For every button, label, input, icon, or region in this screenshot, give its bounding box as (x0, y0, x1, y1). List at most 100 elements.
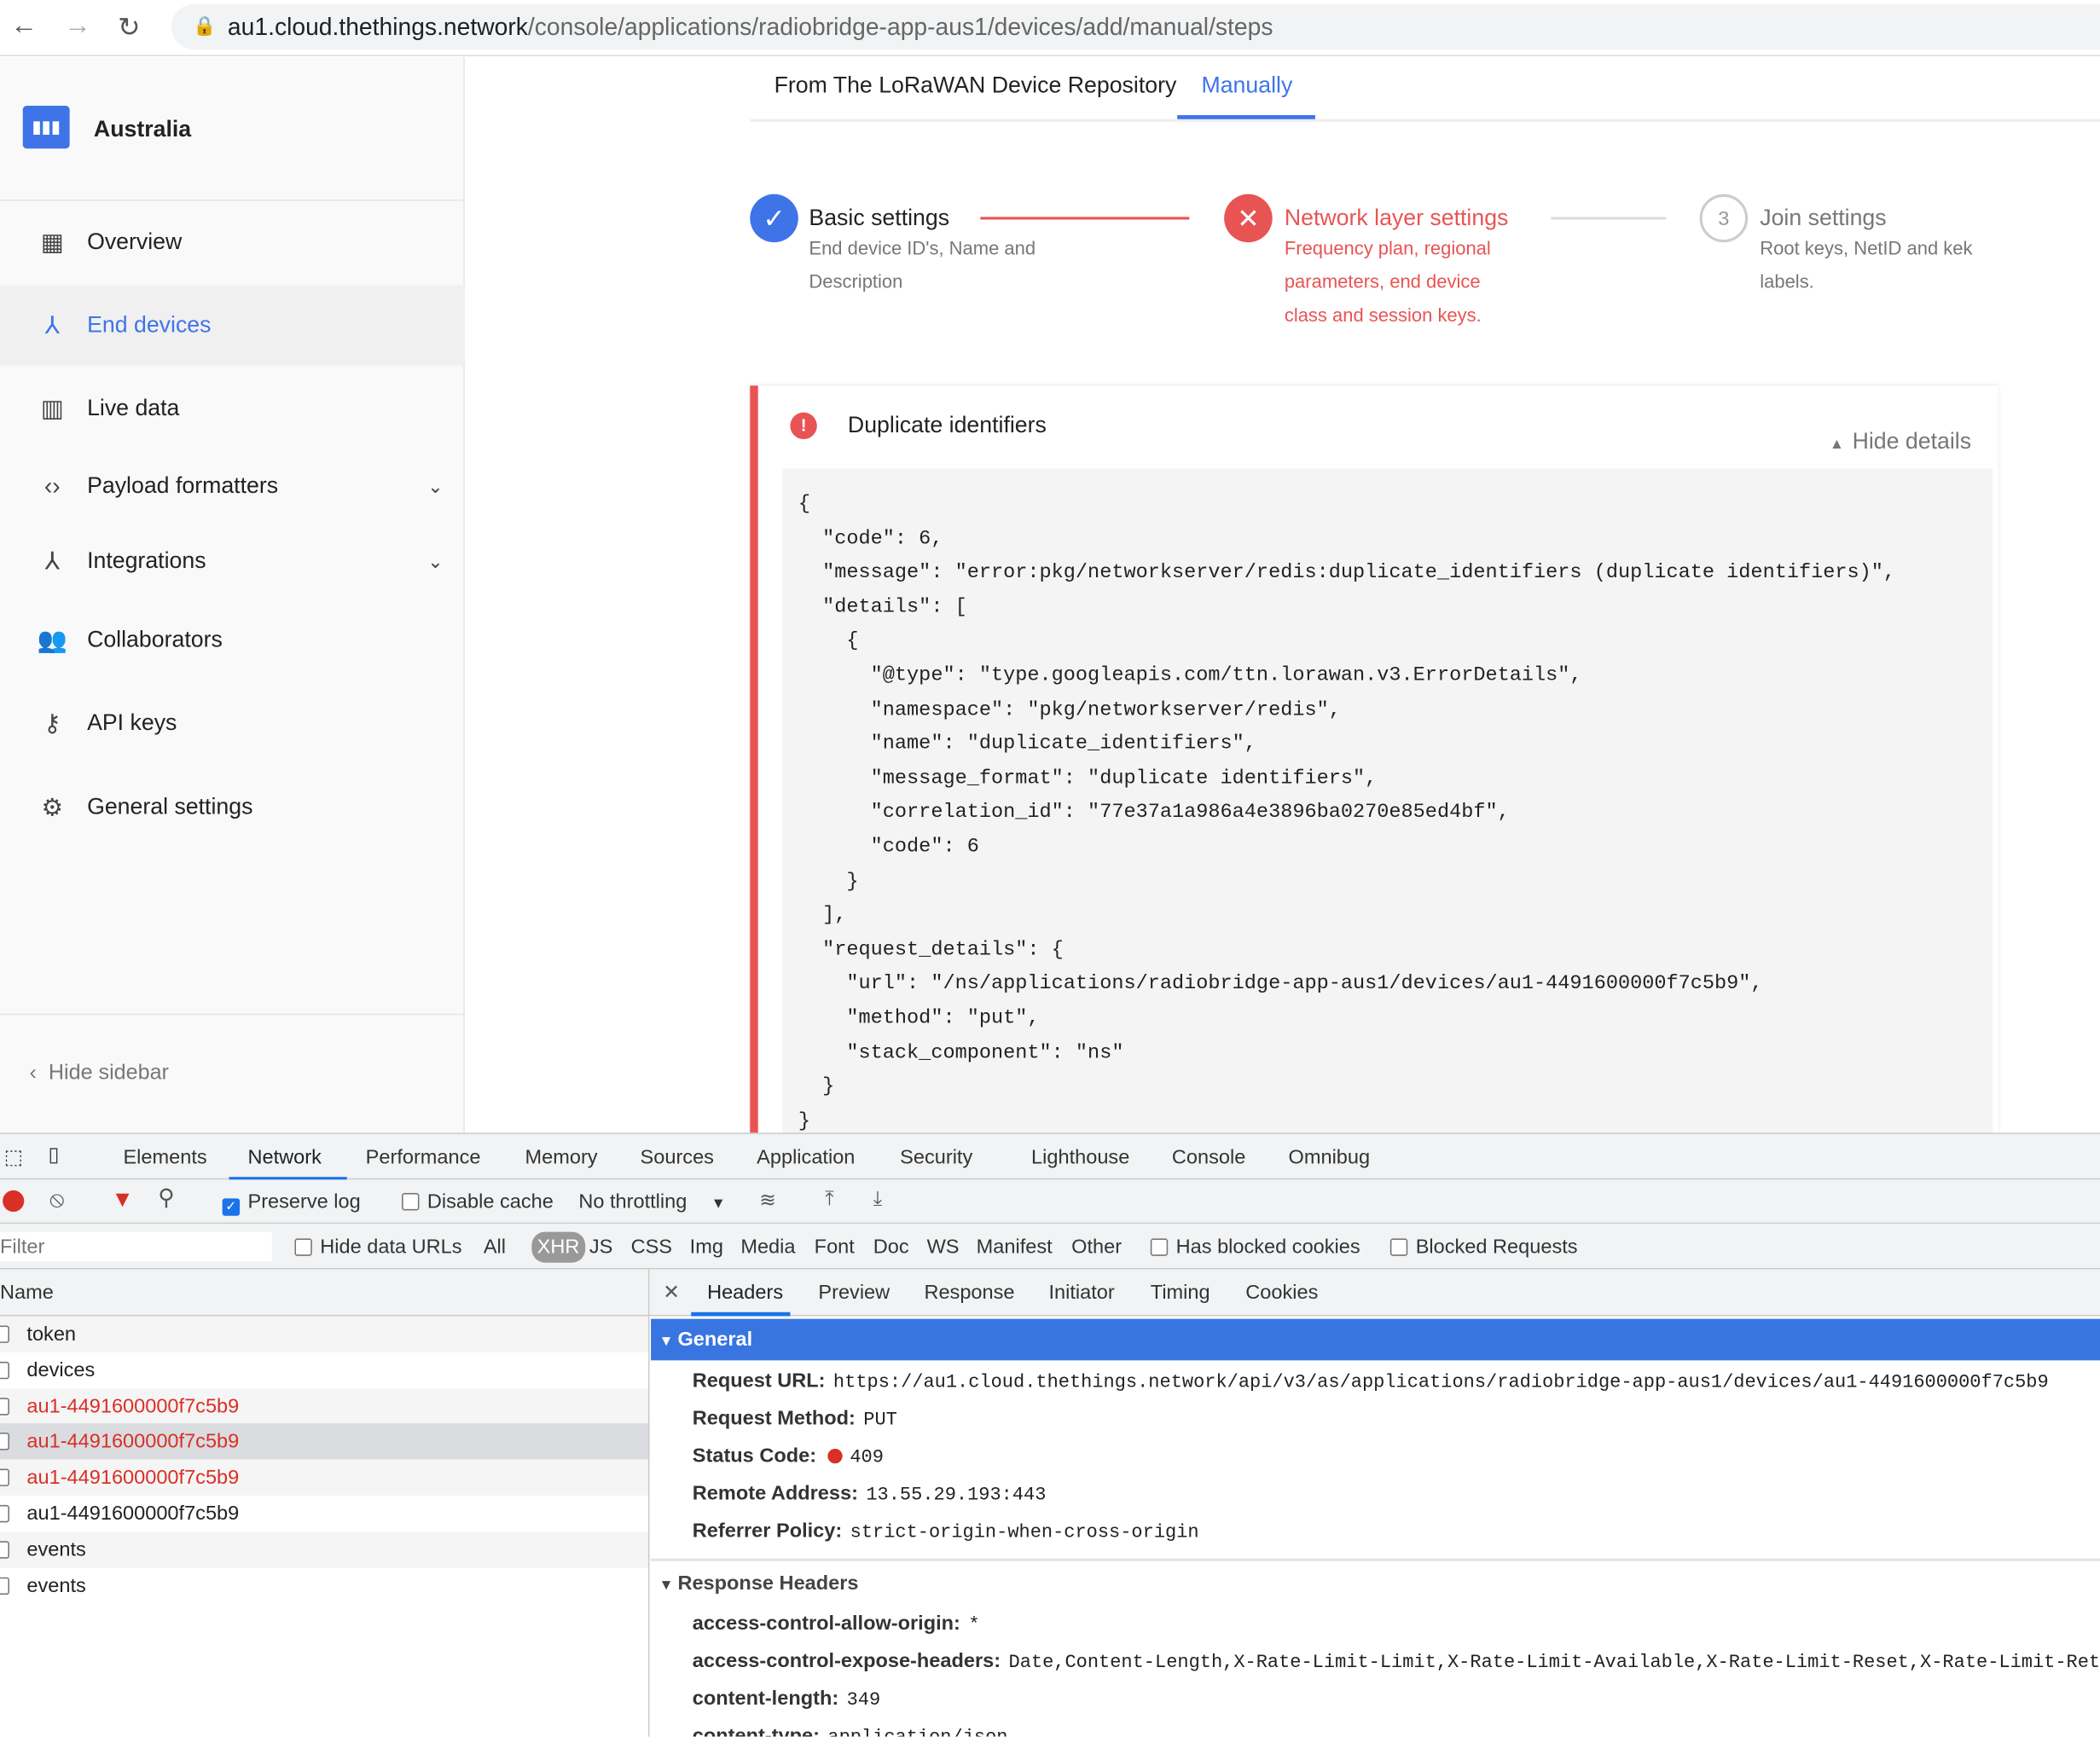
network-toolbar: ⦸ ▼ ⚲ ✓ Preserve log Disable cache No thr… (0, 1179, 2100, 1225)
close-icon[interactable]: ✕ (663, 1280, 680, 1305)
devtools-tab-security[interactable]: Security (900, 1146, 972, 1169)
step-title: Join settings (1760, 205, 1887, 231)
lock-icon: 🔒 (193, 14, 217, 37)
request-row[interactable]: au1-4491600000f7c5b9 (0, 1459, 648, 1497)
detail-tab-initiator[interactable]: Initiator (1048, 1282, 1114, 1305)
sidebar-item-overview[interactable]: ▦ Overview (0, 202, 465, 282)
devtools-tab-omnibug[interactable]: Omnibug (1289, 1146, 1371, 1169)
detail-tab-headers[interactable]: Headers (707, 1282, 783, 1305)
filter-bar: Hide data URLs All XHRJS CSS Img Media Font Do… (0, 1224, 2100, 1270)
inspect-icon[interactable]: ⬚ (4, 1145, 23, 1169)
filter-type-js[interactable]: JS (589, 1236, 613, 1259)
download-icon[interactable]: ⤓ (873, 1188, 882, 1211)
merge-icon: ⅄ (44, 547, 60, 574)
hide-details-button[interactable]: ▲ Hide details (1830, 428, 1971, 455)
back-icon[interactable]: ← (11, 11, 38, 42)
filter-input[interactable] (0, 1231, 272, 1262)
detail-tab-timing[interactable]: Timing (1151, 1282, 1210, 1305)
filter-type-other[interactable]: Other (1071, 1236, 1122, 1259)
url-host: au1.cloud.thethings.network (227, 13, 528, 41)
filter-icon[interactable]: ▼ (111, 1186, 133, 1213)
record-icon[interactable] (3, 1190, 25, 1213)
devtools-tab-performance[interactable]: Performance (366, 1146, 481, 1169)
browser-toolbar: ← → ↻ 🔒 au1.cloud.thethings.network/cons… (0, 0, 2100, 56)
device-toolbar-icon[interactable]: ▯ (49, 1142, 60, 1167)
response-header-row: content-type:application/json (692, 1724, 1008, 1737)
filter-type-all[interactable]: All (484, 1236, 506, 1259)
general-header-row: Request URL: https://au1.cloud.thethings.… (692, 1369, 2049, 1394)
dashboard-icon: ▦ (40, 228, 64, 256)
blocked-requests-checkbox[interactable]: Blocked Requests (1389, 1236, 1578, 1259)
chevron-down-icon: ⌄ (427, 474, 444, 496)
detail-tab-cookies[interactable]: Cookies (1245, 1282, 1318, 1305)
gear-icon: ⚙ (41, 793, 63, 820)
check-icon: ✓ (750, 194, 798, 243)
devtools-tab-memory[interactable]: Memory (525, 1146, 598, 1169)
sidebar-item-collaborators[interactable]: 👥 Collaborators (0, 599, 465, 680)
detail-tabbar: ✕ Headers Preview Response Initiator Timing C… (649, 1269, 2100, 1317)
forward-icon[interactable]: → (64, 11, 90, 42)
devtools-tab-network[interactable]: Network (247, 1146, 321, 1169)
request-row[interactable]: events (0, 1567, 648, 1604)
detail-tab-response[interactable]: Response (924, 1282, 1014, 1305)
sidebar-item-api-keys[interactable]: ⚷ API keys (0, 683, 465, 763)
network-conditions-icon[interactable]: ≋ (759, 1188, 776, 1212)
detail-tab-preview[interactable]: Preview (818, 1282, 890, 1305)
request-row[interactable]: devices (0, 1352, 648, 1388)
reload-icon[interactable]: ↻ (118, 11, 140, 44)
step-desc: End device ID's, Name and Description (809, 236, 1036, 292)
throttling-select[interactable]: No throttling ▼ (578, 1190, 725, 1213)
filter-type-css[interactable]: CSS (631, 1236, 672, 1259)
request-row[interactable]: au1-4491600000f7c5b9 (0, 1495, 648, 1532)
step-number: 3 (1699, 194, 1749, 243)
response-header-row: access-control-expose-headers: Date,Conte… (692, 1649, 2100, 1674)
devtools-tab-lighthouse[interactable]: Lighthouse (1031, 1146, 1129, 1169)
devtools-tab-application[interactable]: Application (757, 1146, 855, 1169)
preserve-log-checkbox[interactable]: ✓ Preserve log (222, 1190, 361, 1216)
filter-type-ws[interactable]: WS (927, 1236, 960, 1259)
sidebar-item-end-devices[interactable]: ⅄ End devices (0, 285, 465, 366)
chart-icon: ▥ (40, 394, 64, 421)
address-bar[interactable]: 🔒 au1.cloud.thethings.network/console/ap… (171, 3, 2100, 50)
sidebar-item-integrations[interactable]: ⅄ Integrations ⌄ (0, 521, 465, 601)
tab-manually[interactable]: Manually (1201, 72, 1292, 99)
filter-type-font[interactable]: Font (815, 1236, 855, 1259)
devtools-tabbar: ⬚ ▯ Elements Network Performance Memory Sour… (0, 1132, 2100, 1181)
has-blocked-cookies-checkbox[interactable]: Has blocked cookies (1150, 1236, 1360, 1259)
general-header-row: Referrer Policy: strict-origin-when-cross… (692, 1520, 1199, 1544)
url-path: /console/applications/radiobridge-app-au… (527, 13, 1273, 41)
name-column-header[interactable]: Name (0, 1269, 648, 1317)
filter-type-doc[interactable]: Doc (873, 1236, 909, 1259)
chevron-down-icon: ⌄ (427, 549, 444, 571)
request-row[interactable]: au1-4491600000f7c5b9 (0, 1387, 648, 1425)
search-icon[interactable]: ⚲ (158, 1185, 175, 1212)
devices-icon: ⅄ (44, 311, 60, 339)
filter-type-manifest[interactable]: Manifest (977, 1236, 1053, 1259)
sidebar-item-payload-formatters[interactable]: ‹› Payload formatters ⌄ (0, 446, 465, 526)
response-header-row: access-control-allow-origin: * (692, 1612, 980, 1636)
people-icon: 👥 (37, 626, 67, 653)
hide-sidebar-button[interactable]: ‹ Hide sidebar (30, 1062, 169, 1086)
general-section-header[interactable]: ▼ General (651, 1318, 2100, 1361)
caret-up-icon: ▲ (1829, 436, 1853, 453)
tab-repository[interactable]: From The LoRaWAN Device Repository (774, 72, 1177, 99)
filter-type-img[interactable]: Img (690, 1236, 723, 1259)
devtools-tab-console[interactable]: Console (1172, 1146, 1245, 1169)
caret-down-icon: ▼ (658, 1333, 678, 1350)
filter-type-media[interactable]: Media (740, 1236, 795, 1259)
request-row[interactable]: au1-4491600000f7c5b9 (0, 1423, 648, 1461)
response-headers-section-header[interactable]: ▼ Response Headers (659, 1572, 859, 1595)
sidebar-item-live-data[interactable]: ▥ Live data (0, 368, 465, 449)
sidebar: ▮▮▮ Australia ▦ Overview ⅄ End devices ▥ Live… (0, 57, 465, 1133)
hide-data-urls-checkbox[interactable]: Hide data URLs (294, 1236, 462, 1259)
request-row[interactable]: events (0, 1531, 648, 1568)
error-notification: ! Duplicate identifiers ▲ Hide details {… (750, 385, 1998, 1138)
disable-cache-checkbox[interactable]: Disable cache (402, 1190, 554, 1213)
upload-icon[interactable]: ⤒ (825, 1188, 833, 1211)
sidebar-item-general-settings[interactable]: ⚙ General settings (0, 767, 465, 848)
filter-type-xhr[interactable]: XHR (531, 1231, 585, 1263)
devtools-tab-elements[interactable]: Elements (123, 1146, 206, 1169)
clear-icon[interactable]: ⦸ (49, 1186, 64, 1213)
devtools-tab-sources[interactable]: Sources (641, 1146, 714, 1169)
request-row[interactable]: token (0, 1316, 648, 1352)
